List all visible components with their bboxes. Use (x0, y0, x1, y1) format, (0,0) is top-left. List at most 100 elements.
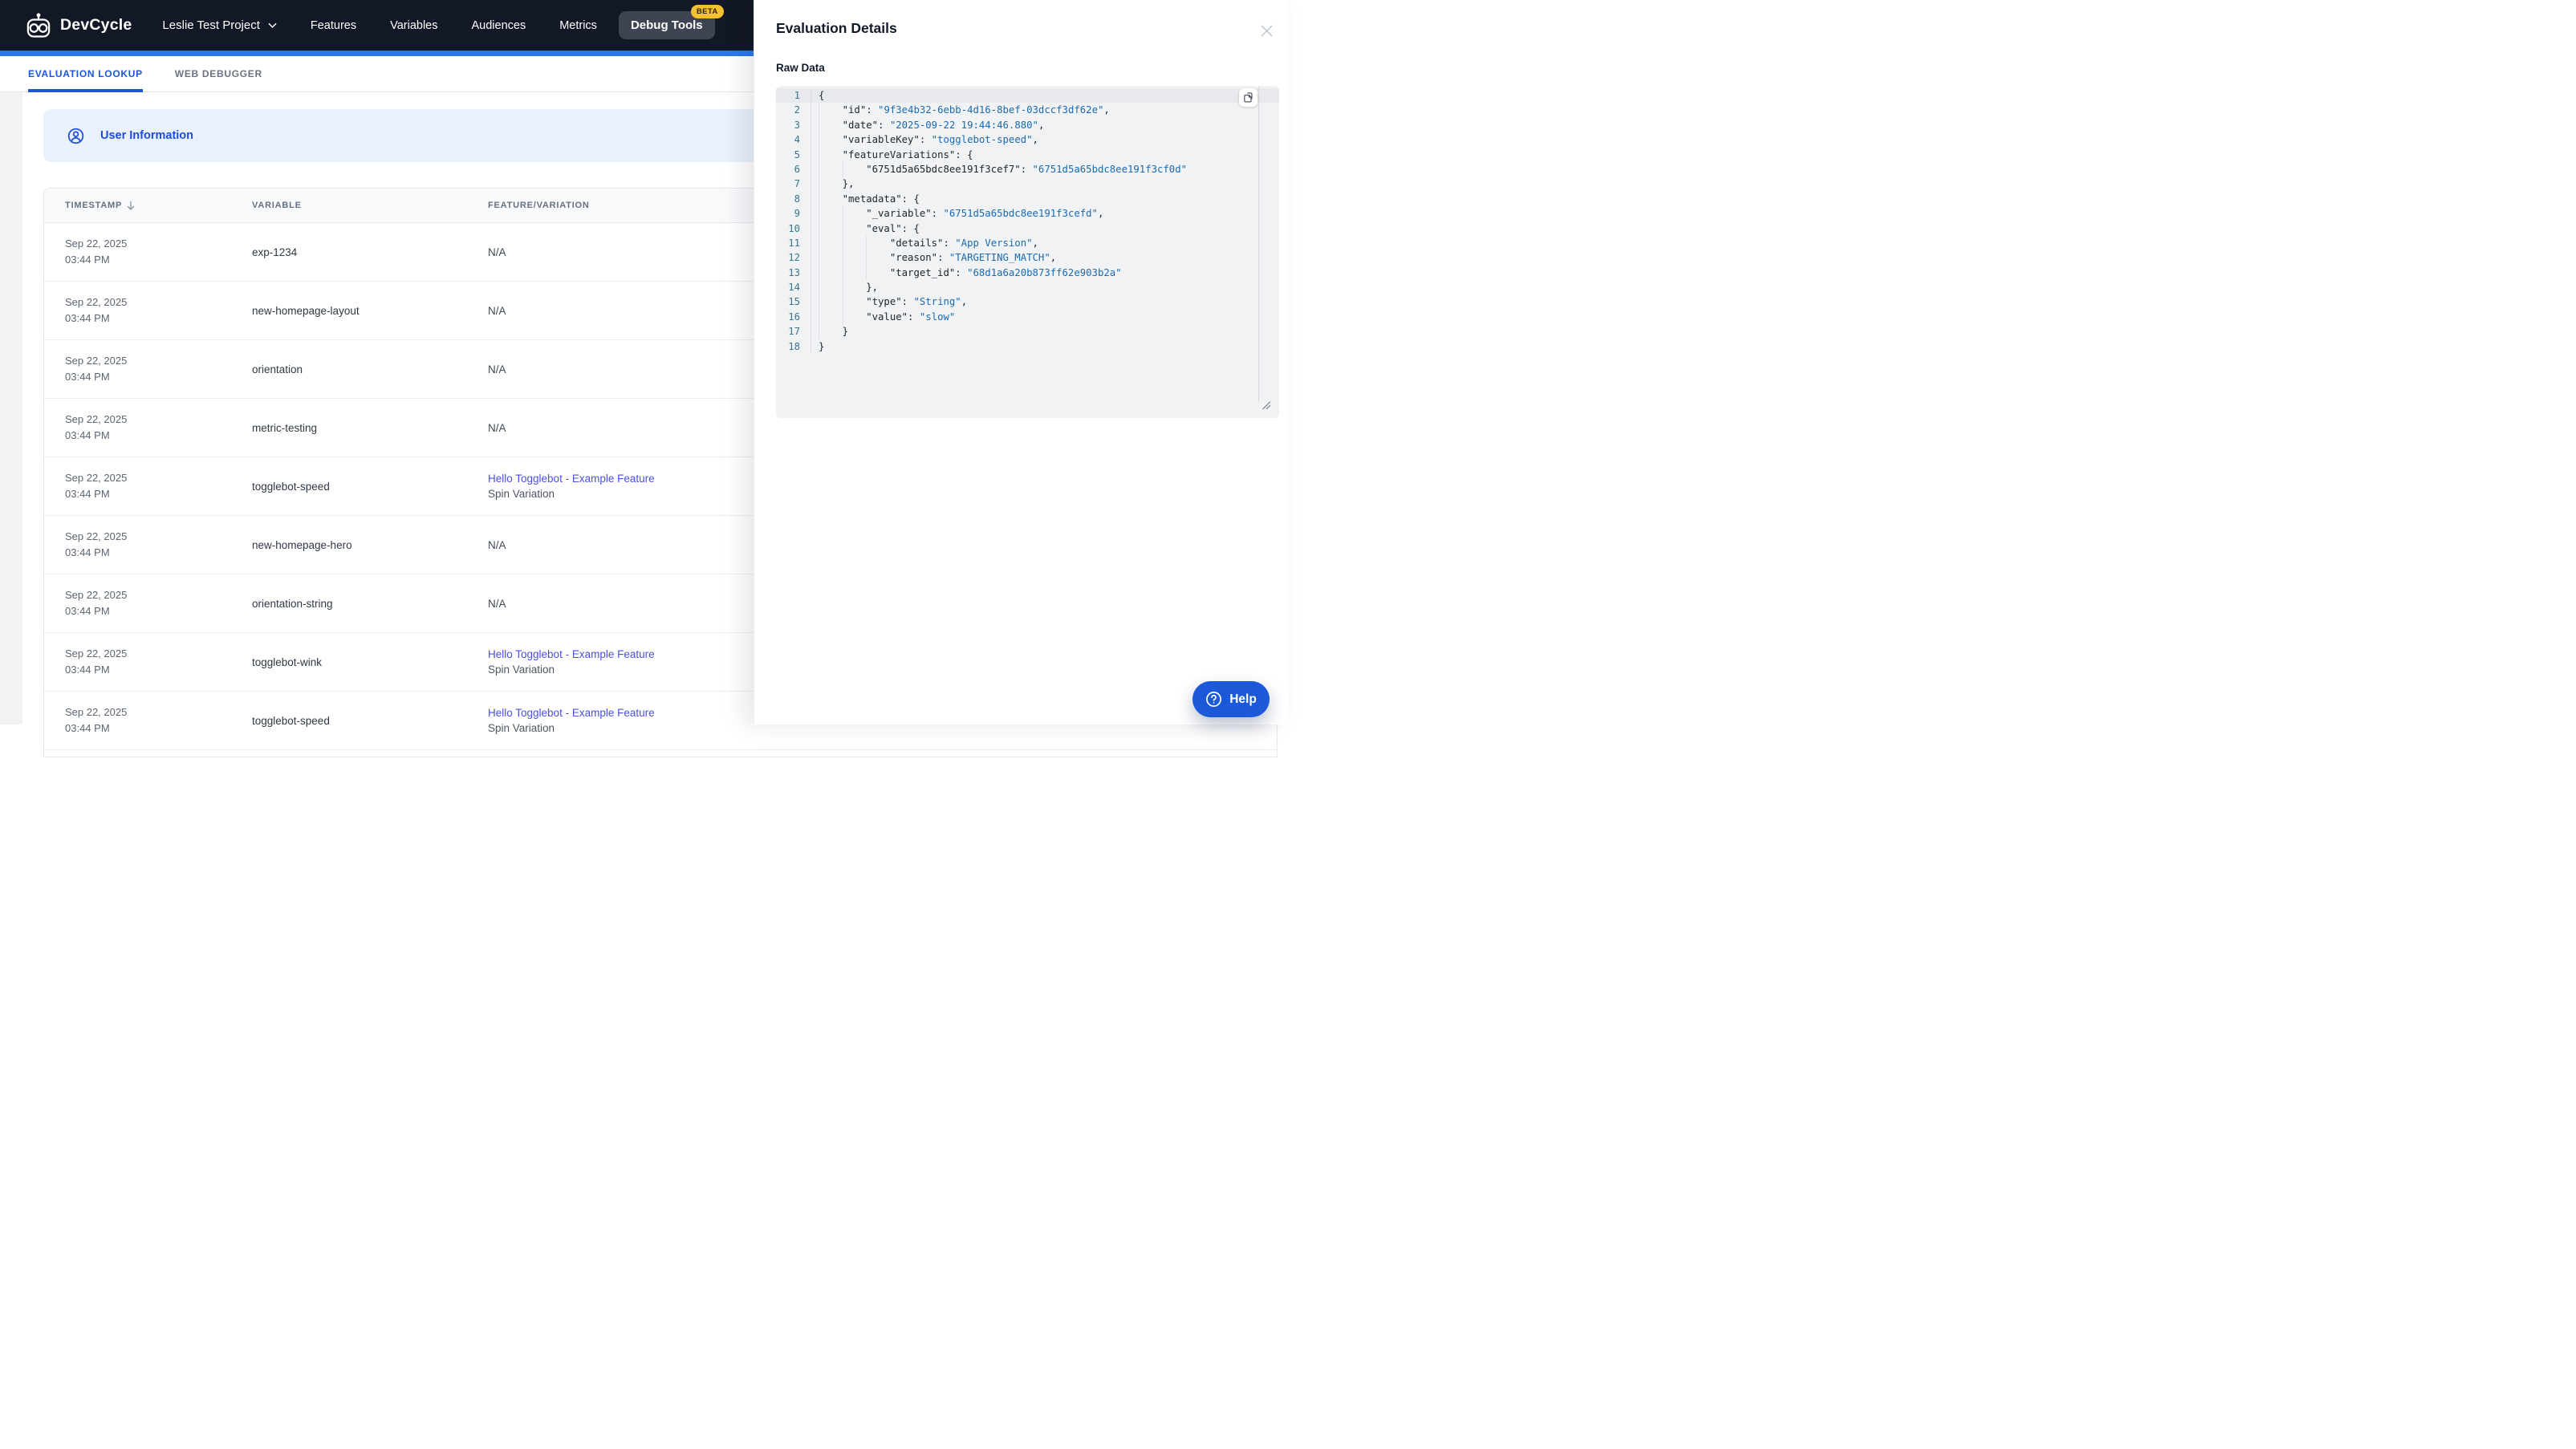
column-header-variable[interactable]: VARIABLE (252, 201, 488, 210)
nav-item-audiences[interactable]: Audiences (471, 19, 526, 32)
nav-links: Features Variables Audiences Metrics (311, 19, 597, 32)
indent-guide (842, 206, 867, 221)
timestamp-cell: Sep 22, 2025 03:44 PM (44, 412, 252, 444)
code-line: 12 "reason": "TARGETING_MATCH", (776, 250, 1279, 266)
line-number: 11 (776, 235, 811, 251)
code-line: 9 "_variable": "6751d5a65bdc8ee191f3cefd"… (776, 206, 1279, 221)
indent-guide (819, 280, 843, 295)
variable-cell: togglebot-speed (252, 480, 330, 493)
json-string: "6751d5a65bdc8ee191f3cf0d" (1032, 163, 1188, 175)
code-line: 11 "details": "App Version", (776, 235, 1279, 251)
timestamp-date: Sep 22, 2025 (65, 413, 128, 425)
code-line: 17} (776, 324, 1279, 339)
line-number: 15 (776, 294, 811, 310)
json-key: "reason" (889, 252, 938, 264)
help-button[interactable]: Help (1193, 681, 1270, 717)
json-punctuation: , (1103, 104, 1110, 116)
code-content: "date": "2025-09-22 19:44:46.880", (811, 117, 1045, 133)
code-line: 18} (776, 339, 1279, 355)
code-line: 7}, (776, 177, 1279, 192)
timestamp-cell: Sep 22, 2025 03:44 PM (44, 704, 252, 737)
json-key: "type" (866, 296, 902, 308)
timestamp-date: Sep 22, 2025 (65, 237, 128, 250)
json-punctuation: }, (866, 282, 879, 294)
code-lines: 1{2 "id": "9f3e4b32-6ebb-4d16-8bef-03dccf… (776, 86, 1279, 355)
timestamp-date: Sep 22, 2025 (65, 355, 128, 367)
indent-guide (819, 161, 843, 177)
code-content: "featureVariations": { (811, 147, 973, 162)
line-number: 10 (776, 221, 811, 236)
code-line: 3 "date": "2025-09-22 19:44:46.880", (776, 117, 1279, 133)
timestamp-cell: Sep 22, 2025 03:44 PM (44, 646, 252, 678)
devcycle-logo[interactable]: DevCycle (24, 11, 132, 40)
json-key: "metadata" (842, 193, 902, 205)
project-selector[interactable]: Leslie Test Project (162, 18, 277, 32)
json-punctuation: : { (955, 148, 973, 160)
debug-tools-label: Debug Tools (630, 18, 703, 32)
banner-title: User Information (100, 129, 194, 142)
code-content: "metadata": { (811, 191, 920, 207)
question-circle-icon (1205, 691, 1222, 708)
code-content: "_variable": "6751d5a65bdc8ee191f3cefd", (811, 206, 1103, 221)
json-punctuation: : (943, 237, 956, 249)
nav-item-metrics[interactable]: Metrics (559, 19, 597, 32)
json-key: "date" (842, 119, 879, 131)
project-name: Leslie Test Project (162, 18, 260, 32)
json-punctuation: } (819, 340, 825, 352)
code-content: "eval": { (811, 221, 920, 236)
code-content: }, (811, 280, 879, 295)
tab-evaluation-lookup[interactable]: EVALUATION LOOKUP (28, 56, 143, 92)
variable-cell: orientation-string (252, 597, 333, 610)
json-punctuation: : (878, 119, 890, 131)
copy-button[interactable] (1239, 88, 1258, 107)
code-content: "6751d5a65bdc8ee191f3cef7": "6751d5a65bd… (811, 161, 1188, 177)
column-header-timestamp[interactable]: TIMESTAMP (44, 201, 252, 211)
timestamp-header-label: TIMESTAMP (65, 201, 123, 210)
json-key: "6751d5a65bdc8ee191f3cef7" (866, 163, 1021, 175)
timestamp-time: 03:44 PM (65, 488, 110, 500)
tab-web-debugger[interactable]: WEB DEBUGGER (175, 56, 262, 91)
user-circle-icon (67, 127, 85, 145)
json-punctuation: , (961, 296, 968, 308)
evaluation-details-panel: Evaluation Details Raw Data 1{2 "id": "9f… (754, 0, 1288, 724)
close-panel-button[interactable] (1258, 22, 1275, 39)
json-punctuation: , (1038, 119, 1045, 131)
json-punctuation: : { (901, 193, 920, 205)
line-number: 12 (776, 250, 811, 266)
help-label: Help (1229, 692, 1257, 706)
raw-data-code-editor[interactable]: 1{2 "id": "9f3e4b32-6ebb-4d16-8bef-03dccf… (776, 86, 1279, 418)
code-content: "reason": "TARGETING_MATCH", (811, 250, 1056, 266)
timestamp-cell: Sep 22, 2025 03:44 PM (44, 470, 252, 502)
line-number: 18 (776, 339, 811, 355)
code-content: } (811, 339, 824, 354)
json-string: "9f3e4b32-6ebb-4d16-8bef-03dccf3df62e" (878, 104, 1104, 116)
code-line: 13 "target_id": "68d1a6a20b873ff62e903b2a… (776, 265, 1279, 281)
nav-item-variables[interactable]: Variables (390, 19, 437, 32)
variable-cell: togglebot-speed (252, 714, 330, 727)
code-content: "target_id": "68d1a6a20b873ff62e903b2a" (811, 265, 1122, 281)
code-content: { (811, 88, 824, 103)
code-content: "variableKey": "togglebot-speed", (811, 132, 1038, 148)
debug-tools-button[interactable]: Debug Tools BETA (618, 5, 724, 39)
timestamp-date: Sep 22, 2025 (65, 647, 128, 660)
variable-cell: metric-testing (252, 421, 318, 434)
timestamp-date: Sep 22, 2025 (65, 296, 128, 308)
beta-badge: BETA (690, 5, 724, 18)
timestamp-cell: Sep 22, 2025 03:44 PM (44, 529, 252, 561)
timestamp-cell: Sep 22, 2025 03:44 PM (44, 353, 252, 385)
resize-handle[interactable] (1262, 400, 1271, 414)
json-punctuation: : (908, 310, 920, 323)
code-line: 14}, (776, 280, 1279, 295)
line-number: 4 (776, 132, 811, 148)
line-number: 1 (776, 88, 811, 104)
json-string: "6751d5a65bdc8ee191f3cefd" (943, 208, 1098, 220)
json-punctuation: : { (901, 222, 920, 234)
json-punctuation: } (842, 326, 849, 338)
timestamp-cell: Sep 22, 2025 03:44 PM (44, 236, 252, 268)
json-string: "String" (913, 296, 961, 308)
timestamp-time: 03:44 PM (65, 722, 110, 734)
nav-item-features[interactable]: Features (311, 19, 356, 32)
timestamp-cell: Sep 22, 2025 03:44 PM (44, 294, 252, 327)
code-line: 8 "metadata": { (776, 191, 1279, 207)
json-punctuation: { (819, 90, 825, 101)
